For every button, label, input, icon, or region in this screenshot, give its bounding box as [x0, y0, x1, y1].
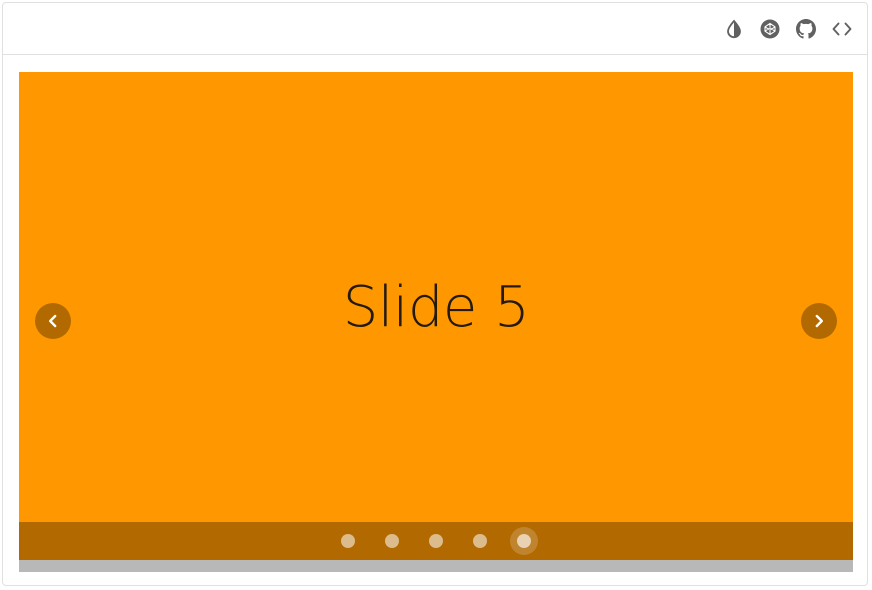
code-icon[interactable] — [831, 18, 853, 40]
theme-toggle-icon[interactable] — [723, 18, 745, 40]
carousel-delimiters — [19, 522, 853, 560]
example-toolbar — [3, 3, 867, 55]
carousel-dot-3[interactable] — [429, 534, 443, 548]
previous-slide-button[interactable] — [35, 303, 71, 339]
carousel-progress-bar — [19, 560, 853, 572]
chevron-left-icon — [49, 314, 57, 328]
github-icon[interactable] — [795, 18, 817, 40]
carousel-dot-1[interactable] — [341, 534, 355, 548]
codepen-icon[interactable] — [759, 18, 781, 40]
carousel-dot-4[interactable] — [473, 534, 487, 548]
slide-title: Slide 5 — [342, 275, 530, 340]
carousel-dot-2[interactable] — [385, 534, 399, 548]
chevron-right-icon — [815, 314, 823, 328]
carousel: Slide 5 — [19, 72, 853, 572]
next-slide-button[interactable] — [801, 303, 837, 339]
example-frame: Slide 5 — [2, 2, 868, 586]
carousel-slide: Slide 5 — [19, 72, 853, 522]
carousel-dot-5[interactable] — [517, 534, 531, 548]
